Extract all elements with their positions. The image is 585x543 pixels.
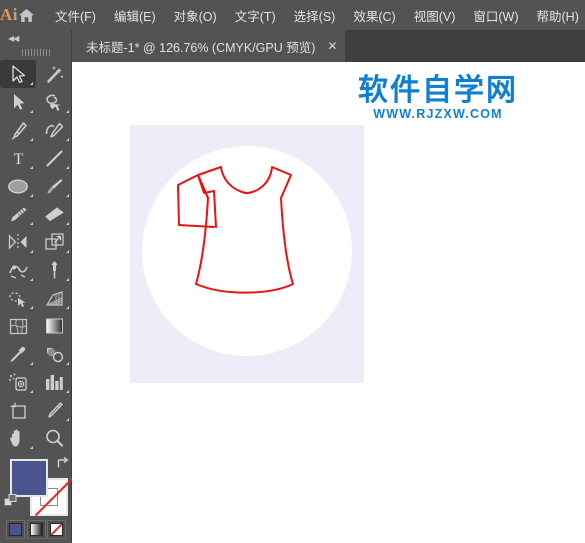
shaper-pencil-tool[interactable] bbox=[0, 200, 36, 228]
reflect-rotate-tool[interactable] bbox=[0, 228, 36, 256]
tool-corner-marker bbox=[66, 222, 69, 225]
tool-corner-marker bbox=[66, 194, 69, 197]
close-icon[interactable]: ✕ bbox=[319, 30, 345, 62]
watermark-chinese: 软件自学网 bbox=[358, 73, 518, 108]
gradient-swatch-icon bbox=[29, 523, 43, 536]
eyedropper-tool[interactable] bbox=[0, 340, 36, 368]
tool-corner-marker bbox=[30, 306, 33, 309]
tool-corner-marker bbox=[66, 306, 69, 309]
tool-corner-marker bbox=[66, 390, 69, 393]
menu-select[interactable]: 选择(S) bbox=[285, 0, 345, 30]
column-graph-tool[interactable] bbox=[36, 368, 72, 396]
color-mode-button[interactable] bbox=[6, 520, 25, 539]
gradient-tool[interactable] bbox=[36, 312, 72, 340]
gradient-mode-button[interactable] bbox=[26, 520, 46, 539]
selection-tool[interactable] bbox=[0, 60, 36, 88]
svg-text:T: T bbox=[13, 151, 23, 167]
lasso-tool[interactable] bbox=[36, 88, 72, 116]
magic-wand-tool[interactable] bbox=[36, 60, 72, 88]
draw-mode-row bbox=[0, 539, 72, 543]
perspective-grid-tool[interactable] bbox=[36, 284, 72, 312]
tool-corner-marker bbox=[30, 82, 33, 85]
pen-tool[interactable] bbox=[0, 116, 36, 144]
tool-corner-marker bbox=[66, 110, 69, 113]
symbol-sprayer-tool[interactable] bbox=[0, 368, 36, 396]
shape-builder-tool[interactable] bbox=[0, 284, 36, 312]
fill-stroke-controls bbox=[0, 456, 74, 518]
swap-fill-stroke-icon[interactable] bbox=[55, 456, 69, 470]
artboard-tool[interactable] bbox=[0, 396, 36, 424]
default-fill-stroke-icon[interactable] bbox=[4, 494, 18, 508]
scale-tool[interactable] bbox=[36, 228, 72, 256]
document-tab[interactable]: 未标题-1* @ 126.76% (CMYK/GPU 预览) ✕ bbox=[72, 30, 346, 62]
curvature-tool[interactable] bbox=[36, 116, 72, 144]
slice-tool[interactable] bbox=[36, 396, 72, 424]
illustrator-window: Ai 文件(F) 编辑(E) 对象(O) 文字(T) 选择(S) 效果(C) 视… bbox=[0, 0, 585, 543]
none-swatch-icon bbox=[50, 523, 63, 536]
menu-object[interactable]: 对象(O) bbox=[165, 0, 226, 30]
none-mode-button[interactable] bbox=[47, 520, 66, 539]
tool-corner-marker bbox=[30, 250, 33, 253]
tool-corner-marker bbox=[66, 250, 69, 253]
panel-drag-handle[interactable] bbox=[0, 46, 71, 58]
tool-corner-marker bbox=[30, 446, 33, 449]
line-segment-tool[interactable] bbox=[36, 144, 72, 172]
tool-corner-marker bbox=[30, 194, 33, 197]
direct-selection-tool[interactable] bbox=[0, 88, 36, 116]
type-tool[interactable]: T bbox=[0, 144, 36, 172]
menu-window[interactable]: 窗口(W) bbox=[464, 0, 527, 30]
tools-panel: ◀◀ T bbox=[0, 30, 74, 543]
menu-effect[interactable]: 效果(C) bbox=[344, 0, 404, 30]
app-logo: Ai bbox=[0, 5, 18, 24]
site-watermark: 软件自学网 WWW.RJZXW.COM bbox=[358, 76, 518, 121]
t-shirt-outline bbox=[142, 146, 352, 356]
tool-grid: T bbox=[0, 58, 72, 452]
tool-corner-marker bbox=[30, 390, 33, 393]
tool-corner-marker bbox=[30, 362, 33, 365]
menu-view[interactable]: 视图(V) bbox=[405, 0, 465, 30]
artboard[interactable] bbox=[130, 125, 364, 383]
document-tab-title: 未标题-1* @ 126.76% (CMYK/GPU 预览) bbox=[86, 40, 316, 55]
fill-mode-row bbox=[0, 518, 72, 539]
tool-corner-marker bbox=[66, 418, 69, 421]
home-icon[interactable] bbox=[18, 0, 35, 30]
document-canvas[interactable]: 软件自学网 WWW.RJZXW.COM bbox=[72, 62, 585, 543]
tool-corner-marker bbox=[66, 278, 69, 281]
menu-bar: Ai 文件(F) 编辑(E) 对象(O) 文字(T) 选择(S) 效果(C) 视… bbox=[0, 0, 585, 30]
menu-file[interactable]: 文件(F) bbox=[46, 0, 105, 30]
tool-corner-marker bbox=[30, 166, 33, 169]
eraser-tool[interactable] bbox=[36, 200, 72, 228]
mesh-tool[interactable] bbox=[0, 312, 36, 340]
document-tab-bar: 未标题-1* @ 126.76% (CMYK/GPU 预览) ✕ bbox=[72, 30, 585, 62]
tool-corner-marker bbox=[66, 362, 69, 365]
tool-corner-marker bbox=[30, 278, 33, 281]
collapse-panel-icon[interactable]: ◀◀ bbox=[0, 30, 71, 46]
blend-tool[interactable] bbox=[36, 340, 72, 368]
free-transform-tool[interactable] bbox=[36, 256, 72, 284]
solid-color-swatch-icon bbox=[9, 523, 22, 536]
tool-corner-marker bbox=[30, 110, 33, 113]
tool-corner-marker bbox=[66, 138, 69, 141]
zoom-tool[interactable] bbox=[36, 424, 72, 452]
hand-tool[interactable] bbox=[0, 424, 36, 452]
watermark-url: WWW.RJZXW.COM bbox=[373, 107, 503, 121]
tool-corner-marker bbox=[30, 138, 33, 141]
tool-corner-marker bbox=[66, 166, 69, 169]
menu-edit[interactable]: 编辑(E) bbox=[105, 0, 165, 30]
menu-help[interactable]: 帮助(H) bbox=[528, 0, 585, 30]
ellipse-tool[interactable] bbox=[0, 172, 36, 200]
tool-corner-marker bbox=[30, 222, 33, 225]
paintbrush-tool[interactable] bbox=[36, 172, 72, 200]
menu-type[interactable]: 文字(T) bbox=[226, 0, 285, 30]
fill-swatch[interactable] bbox=[10, 459, 48, 497]
width-warp-tool[interactable] bbox=[0, 256, 36, 284]
